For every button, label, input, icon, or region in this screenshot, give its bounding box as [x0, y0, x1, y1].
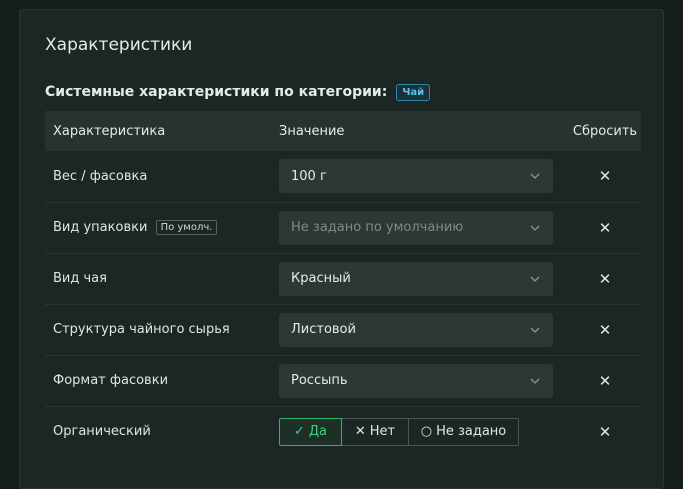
header-characteristic: Характеристика — [53, 123, 166, 139]
row-name-cell: Формат фасовки — [45, 355, 279, 406]
option-yes-button[interactable]: ✓ Да — [279, 417, 342, 446]
row-value-cell: 100 г — [279, 151, 569, 202]
reset-button[interactable]: ✕ — [599, 321, 612, 339]
row-reset-cell: ✕ — [569, 151, 641, 202]
organic-toggle-group: ✓ Да ✕ Нет ○ Не задано — [279, 417, 569, 446]
option-label: Не задано — [436, 424, 507, 440]
row-name-cell: Вес / фасовка — [45, 151, 279, 202]
option-no-button[interactable]: ✕ Нет — [341, 417, 409, 446]
select-value: Листовой — [291, 322, 356, 337]
select-value: Россыпь — [291, 373, 348, 388]
table-header-row: Характеристика Значение Сбросить — [45, 111, 641, 151]
row-value-cell: Не задано по умолчанию — [279, 202, 569, 253]
chevron-down-icon — [529, 375, 541, 387]
option-label: Нет — [369, 424, 396, 440]
row-name: Вес / фасовка — [53, 168, 148, 184]
chevron-down-icon — [529, 170, 541, 182]
select-value: 100 г — [291, 168, 327, 184]
option-not-set-button[interactable]: ○ Не задано — [408, 417, 519, 446]
tea-type-select[interactable]: Красный — [279, 261, 553, 296]
reset-button[interactable]: ✕ — [599, 219, 612, 237]
header-value: Значение — [279, 123, 345, 139]
row-value-cell: Красный — [279, 253, 569, 304]
row-name-cell: Структура чайного сырья — [45, 304, 279, 355]
reset-button[interactable]: ✕ — [599, 372, 612, 390]
chevron-down-icon — [529, 273, 541, 285]
row-reset-cell: ✕ — [569, 406, 641, 457]
select-placeholder: Не задано по умолчанию — [291, 220, 464, 235]
row-reset-cell: ✕ — [569, 304, 641, 355]
table-row: Структура чайного сырья Листовой ✕ — [45, 304, 641, 355]
circle-icon: ○ — [420, 424, 433, 440]
leaf-structure-select[interactable]: Листовой — [279, 312, 553, 347]
row-name-cell: Вид упаковки По умолч. — [45, 202, 279, 253]
header-reset: Сбросить — [572, 123, 638, 139]
section-subtitle: Системные характеристики по категории: — [45, 84, 388, 100]
row-name: Структура чайного сырья — [53, 322, 230, 337]
row-name: Формат фасовки — [53, 373, 169, 388]
card-title: Характеристики — [45, 35, 193, 55]
row-reset-cell: ✕ — [569, 355, 641, 406]
row-value-cell: ✓ Да ✕ Нет ○ Не задано — [279, 406, 569, 457]
characteristics-table: Характеристика Значение Сбросить Вес / ф… — [45, 111, 641, 457]
reset-button[interactable]: ✕ — [599, 167, 612, 185]
chevron-down-icon — [529, 324, 541, 336]
row-reset-cell: ✕ — [569, 253, 641, 304]
row-value-cell: Россыпь — [279, 355, 569, 406]
cross-icon: ✕ — [354, 424, 366, 440]
chevron-down-icon — [529, 222, 541, 234]
row-reset-cell: ✕ — [569, 202, 641, 253]
table-row: Вид чая Красный ✕ — [45, 253, 641, 304]
check-icon: ✓ — [293, 424, 305, 440]
packing-format-select[interactable]: Россыпь — [279, 363, 553, 398]
table-row: Вес / фасовка 100 г ✕ — [45, 151, 641, 202]
row-name: Вид упаковки — [53, 220, 148, 235]
characteristics-card: Характеристики Системные характеристики … — [19, 9, 664, 489]
weight-select[interactable]: 100 г — [279, 159, 553, 194]
table-row: Вид упаковки По умолч. Не задано по умол… — [45, 202, 641, 253]
row-name: Вид чая — [53, 271, 107, 286]
row-name-cell: Вид чая — [45, 253, 279, 304]
table-row: Формат фасовки Россыпь ✕ — [45, 355, 641, 406]
section-header: Системные характеристики по категории: Ч… — [45, 82, 431, 102]
category-badge: Чай — [396, 83, 431, 101]
row-name-cell: Органический — [45, 406, 279, 457]
reset-button[interactable]: ✕ — [599, 270, 612, 288]
table-row: Органический ✓ Да ✕ Нет ○ Не задано ✕ — [45, 406, 641, 457]
default-badge: По умолч. — [155, 220, 218, 235]
reset-button[interactable]: ✕ — [599, 423, 612, 441]
option-label: Да — [308, 424, 328, 440]
select-value: Красный — [291, 271, 351, 286]
row-name: Органический — [53, 424, 151, 440]
package-type-select[interactable]: Не задано по умолчанию — [279, 210, 553, 245]
row-value-cell: Листовой — [279, 304, 569, 355]
